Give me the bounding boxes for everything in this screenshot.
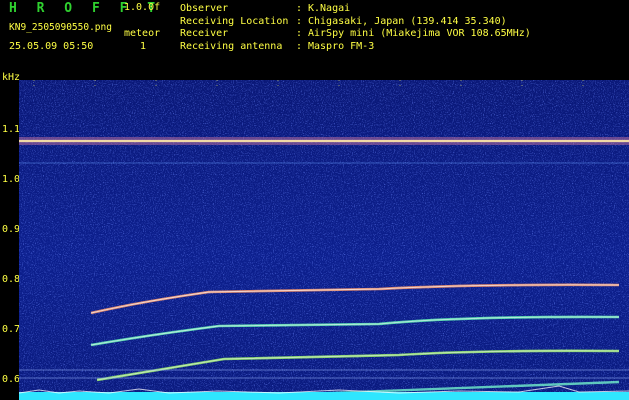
- info-key: Observer: [180, 3, 229, 14]
- info-value: K.Nagai: [308, 3, 351, 14]
- y-tick-label: 1.1: [2, 124, 21, 135]
- info-value: AirSpy mini (Miakejima VOR 108.65MHz): [308, 28, 531, 39]
- y-tick-label: 0.6: [2, 374, 21, 385]
- y-axis-unit: kHz: [2, 72, 21, 83]
- info-row-receiver: Receiver: AirSpy mini (Miakejima VOR 108…: [180, 28, 531, 39]
- info-key: Receiving antenna: [180, 40, 283, 52]
- info-value: Maspro FM-3: [308, 40, 375, 52]
- meteor-count: 1: [140, 41, 147, 52]
- info-value: Chigasaki, Japan (139.414 35.340): [308, 15, 507, 27]
- info-row-antenna: Receiving antenna: Maspro FM-3: [180, 40, 375, 52]
- info-key: Receiver: [180, 28, 229, 39]
- info-row-observer: Observer: K.Nagai: [180, 3, 351, 14]
- y-tick-label: 0.7: [2, 324, 21, 335]
- header-panel: H R O F F T 1.0.0f KN9_2505090550.png me…: [0, 0, 629, 72]
- spectrogram-panel: [19, 80, 629, 400]
- file-name: KN9_2505090550.png: [9, 22, 112, 33]
- y-tick-label: 1.0: [2, 174, 21, 185]
- info-row-location: Receiving Location: Chigasaki, Japan (13…: [180, 15, 507, 27]
- y-tick-label: 0.8: [2, 274, 21, 285]
- y-tick-label: 0.9: [2, 224, 21, 235]
- meteor-label: meteor: [124, 28, 161, 39]
- datetime-label: 25.05.09 05:50: [9, 41, 94, 52]
- observer-info: Observer: K.Nagai Receiving Location: Ch…: [180, 3, 531, 53]
- info-key: Receiving Location: [180, 15, 289, 27]
- version-label: 1.0.0f: [124, 2, 161, 13]
